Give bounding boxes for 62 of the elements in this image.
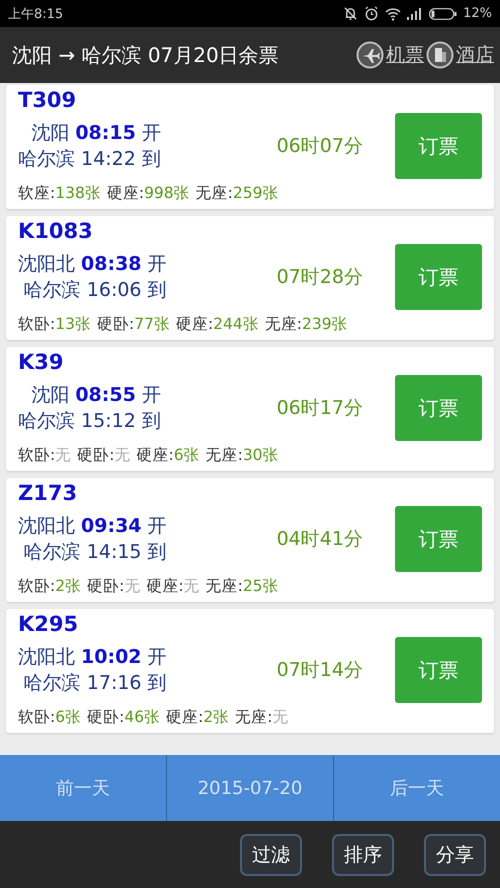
arrival-info: 哈尔滨 14:15 到: [24, 540, 167, 565]
arrival-info: 哈尔滨 14:22 到: [18, 147, 161, 172]
book-button[interactable]: 订票: [395, 637, 482, 703]
building-icon: [426, 41, 454, 69]
header-link[interactable]: 机票: [386, 42, 424, 68]
arrival-info: 哈尔滨 17:16 到: [24, 671, 167, 696]
seat-availability: 硬座:244张: [176, 314, 259, 335]
toolbar-button[interactable]: 过滤: [240, 834, 302, 876]
seat-availability: 硬座:998张: [106, 183, 190, 204]
seat-availability: 硬座:6张: [136, 445, 200, 466]
signal-icon: [407, 8, 424, 20]
status-time: 上午8:15: [8, 6, 64, 22]
train-number: K1083: [18, 218, 94, 244]
train-number: K295: [18, 611, 80, 637]
travel-duration: 07时28分: [276, 265, 364, 290]
train-number: K39: [18, 349, 64, 375]
date-button[interactable]: 2015-07-20: [167, 755, 333, 821]
train-number: T309: [18, 87, 78, 113]
seat-availability: 无座:25张: [206, 576, 279, 597]
seat-availability: 无座:259张: [196, 183, 278, 204]
departure-info: 沈阳北 09:34 开: [18, 514, 167, 539]
seat-availability: 软卧:13张: [18, 314, 91, 335]
seat-availability: 硬卧:无: [87, 576, 140, 597]
travel-duration: 06时17分: [276, 396, 364, 421]
departure-info: 沈阳北 08:38 开: [18, 252, 167, 277]
battery-icon: [429, 8, 458, 20]
mute-icon: [343, 6, 358, 21]
seat-availability: 无座:30张: [206, 445, 279, 466]
travel-duration: 04时41分: [276, 527, 364, 552]
seat-availability: 软卧:无: [18, 445, 72, 466]
previous-day-button[interactable]: 前一天: [0, 755, 166, 821]
seat-availability: 硬座:2张: [166, 707, 230, 728]
travel-duration: 07时14分: [276, 658, 364, 683]
departure-info: 沈阳 08:55 开: [31, 383, 161, 408]
seat-availability: 软座:138张: [18, 183, 101, 204]
toolbar-button[interactable]: 排序: [332, 834, 394, 876]
seat-availability: 硬座:无: [146, 576, 200, 597]
travel-duration: 06时07分: [276, 134, 364, 159]
next-day-button[interactable]: 后一天: [334, 755, 500, 821]
arrival-info: 哈尔滨 16:06 到: [24, 278, 167, 303]
book-button[interactable]: 订票: [395, 244, 482, 310]
seat-availability: 硬卧:无: [77, 445, 130, 466]
book-button[interactable]: 订票: [395, 506, 482, 572]
departure-info: 沈阳 08:15 开: [31, 121, 161, 146]
seat-availability: 软卧:6张: [18, 707, 82, 728]
book-button[interactable]: 订票: [395, 113, 482, 179]
battery-level: 12%: [463, 6, 492, 21]
seat-availability: 硬卧:46张: [87, 707, 160, 728]
page-title: 沈阳 → 哈尔滨 07月20日余票: [12, 42, 280, 68]
train-number: Z173: [18, 480, 78, 506]
seat-availability: 软卧:2张: [18, 576, 82, 597]
arrival-info: 哈尔滨 15:12 到: [18, 409, 161, 434]
seat-availability: 无座:无: [235, 707, 288, 728]
toolbar-button[interactable]: 分享: [424, 834, 486, 876]
seat-availability: 无座:239张: [264, 314, 348, 335]
book-button[interactable]: 订票: [395, 375, 482, 441]
alarm-icon: [364, 6, 380, 21]
header-link[interactable]: 酒店: [456, 42, 494, 68]
departure-info: 沈阳北 10:02 开: [18, 645, 167, 670]
seat-availability: 硬卧:77张: [96, 314, 170, 335]
wifi-icon: [385, 6, 402, 20]
airplane-icon: [356, 41, 384, 69]
